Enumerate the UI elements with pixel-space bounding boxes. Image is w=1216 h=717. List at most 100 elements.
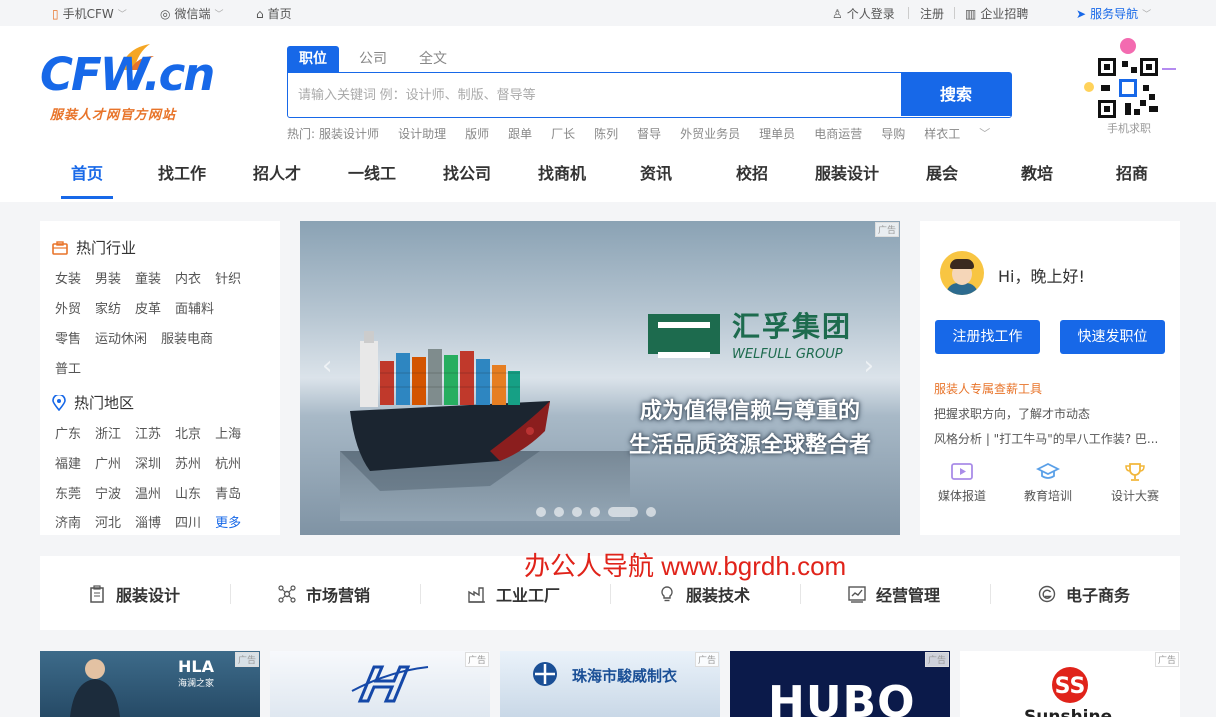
region-link[interactable]: 广东 — [55, 423, 81, 442]
region-link[interactable]: 苏州 — [175, 453, 201, 472]
design-contest-link[interactable]: 设计大赛 — [1100, 461, 1170, 504]
ad-card[interactable]: 珠海市駿威制衣 广告 — [500, 651, 720, 717]
region-link[interactable]: 温州 — [135, 483, 161, 502]
search-input[interactable] — [298, 73, 898, 116]
carousel-dot[interactable] — [590, 507, 600, 517]
hot-keyword[interactable]: 陈列 — [594, 125, 618, 142]
category-management[interactable]: 经营管理 — [848, 582, 940, 606]
region-link[interactable]: 杭州 — [215, 453, 241, 472]
salary-tool-link[interactable]: 服装人专属查薪工具 — [934, 380, 1174, 397]
category-ecommerce[interactable]: 电子商务 — [1038, 582, 1130, 606]
region-link[interactable]: 淄博 — [135, 512, 161, 531]
home-link[interactable]: ⌂ 首页 — [256, 5, 292, 22]
hot-keyword[interactable]: 跟单 — [508, 125, 532, 142]
chevron-right-icon[interactable]: › — [864, 351, 874, 381]
region-link[interactable]: 青岛 — [215, 483, 241, 502]
service-nav-link[interactable]: ➤ 服务导航 ﹀ — [1076, 5, 1151, 22]
industry-link[interactable]: 针织 — [215, 268, 241, 287]
register-link[interactable]: 注册 — [920, 5, 944, 22]
industry-link[interactable]: 运动休闲 — [95, 328, 147, 347]
industry-link[interactable]: 内衣 — [175, 268, 201, 287]
ad-card[interactable]: SS Sunshine 广告 — [960, 651, 1180, 717]
register-job-button[interactable]: 注册找工作 — [935, 320, 1040, 354]
nav-find-job[interactable]: 找工作 — [158, 160, 206, 184]
industry-link[interactable]: 家纺 — [95, 298, 121, 317]
category-marketing[interactable]: 市场营销 — [278, 582, 370, 606]
nav-expo[interactable]: 展会 — [926, 160, 958, 184]
region-link[interactable]: 北京 — [175, 423, 201, 442]
region-link[interactable]: 四川 — [175, 512, 201, 531]
industry-link[interactable]: 男装 — [95, 268, 121, 287]
mobile-cfw-link[interactable]: ▯ 手机CFW ﹀ — [52, 5, 127, 22]
ad-card[interactable]: HUBO 广告 — [730, 651, 950, 717]
ad-card[interactable]: HLA 海澜之家 广告 — [40, 651, 260, 717]
hot-keyword[interactable]: 设计助理 — [398, 125, 446, 142]
news-link[interactable]: 把握求职方向，了解才市动态 — [934, 405, 1174, 422]
region-link[interactable]: 山东 — [175, 483, 201, 502]
wechat-link[interactable]: ◎ 微信端 ﹀ — [160, 5, 224, 22]
chevron-left-icon[interactable]: ‹ — [322, 351, 332, 381]
region-link[interactable]: 江苏 — [135, 423, 161, 442]
site-logo[interactable]: CFW.cn 服装人才网官方网站 — [40, 44, 220, 134]
category-fashion-design[interactable]: 服装设计 — [88, 582, 180, 606]
carousel-dot[interactable] — [536, 507, 546, 517]
nav-home[interactable]: 首页 — [71, 160, 103, 184]
hot-keyword[interactable]: 样衣工 — [924, 125, 960, 142]
search-button[interactable]: 搜索 — [901, 73, 1011, 116]
tab-company[interactable]: 公司 — [347, 46, 399, 72]
carousel-dot[interactable] — [646, 507, 656, 517]
nav-company[interactable]: 找公司 — [443, 160, 491, 184]
region-link[interactable]: 浙江 — [95, 423, 121, 442]
hot-keyword[interactable]: 厂长 — [551, 125, 575, 142]
banner-carousel[interactable]: 汇孚集团 WELFULL GROUP 成为值得信赖与尊重的 生活品质资源全球整合… — [300, 221, 900, 535]
industry-link[interactable]: 女装 — [55, 268, 81, 287]
hot-keyword[interactable]: 电商运营 — [814, 125, 862, 142]
hot-keyword[interactable]: 服装设计师 — [319, 125, 379, 142]
login-link[interactable]: ♙ 个人登录 — [832, 5, 895, 22]
region-link[interactable]: 东莞 — [55, 483, 81, 502]
industry-link[interactable]: 外贸 — [55, 298, 81, 317]
region-link[interactable]: 河北 — [95, 512, 121, 531]
qr-code-block[interactable]: 手机求职 — [1080, 38, 1180, 144]
industry-link[interactable]: 面辅料 — [175, 298, 214, 317]
chevron-down-icon[interactable]: ﹀ — [979, 125, 990, 142]
post-job-button[interactable]: 快速发职位 — [1060, 320, 1165, 354]
region-link[interactable]: 广州 — [95, 453, 121, 472]
industry-link[interactable]: 服装电商 — [161, 328, 213, 347]
carousel-dot[interactable] — [554, 507, 564, 517]
category-factory[interactable]: 工业工厂 — [468, 582, 560, 606]
carousel-dot[interactable] — [572, 507, 582, 517]
region-link[interactable]: 上海 — [215, 423, 241, 442]
hot-keyword[interactable]: 版师 — [465, 125, 489, 142]
hot-keyword[interactable]: 理单员 — [759, 125, 795, 142]
ad-card[interactable]: 广告 — [270, 651, 490, 717]
nav-hire[interactable]: 招人才 — [253, 160, 301, 184]
nav-frontline[interactable]: 一线工 — [348, 160, 396, 184]
news-link[interactable]: 风格分析 | "打工牛马"的早八工作装? 巴... — [934, 430, 1174, 447]
hot-keyword[interactable]: 导购 — [881, 125, 905, 142]
region-link[interactable]: 济南 — [55, 512, 81, 531]
nav-news[interactable]: 资讯 — [640, 160, 672, 184]
tab-fulltext[interactable]: 全文 — [407, 46, 459, 72]
industry-link[interactable]: 皮革 — [135, 298, 161, 317]
tab-job[interactable]: 职位 — [287, 46, 339, 72]
category-technology[interactable]: 服装技术 — [658, 582, 750, 606]
hot-keyword[interactable]: 督导 — [637, 125, 661, 142]
region-link[interactable]: 福建 — [55, 453, 81, 472]
nav-campus[interactable]: 校招 — [736, 160, 768, 184]
employer-link[interactable]: ▥ 企业招聘 — [965, 5, 1028, 22]
nav-training[interactable]: 教培 — [1021, 160, 1053, 184]
region-link[interactable]: 深圳 — [135, 453, 161, 472]
nav-investment[interactable]: 招商 — [1116, 160, 1148, 184]
media-report-link[interactable]: 媒体报道 — [927, 461, 997, 504]
industry-link[interactable]: 零售 — [55, 328, 81, 347]
more-regions-link[interactable]: 更多 — [215, 512, 241, 531]
industry-link[interactable]: 普工 — [55, 358, 81, 377]
nav-business[interactable]: 找商机 — [538, 160, 586, 184]
carousel-dot-active[interactable] — [608, 507, 638, 517]
hot-keyword[interactable]: 外贸业务员 — [680, 125, 740, 142]
nav-design[interactable]: 服装设计 — [815, 160, 879, 184]
industry-link[interactable]: 童装 — [135, 268, 161, 287]
education-link[interactable]: 教育培训 — [1013, 461, 1083, 504]
region-link[interactable]: 宁波 — [95, 483, 121, 502]
